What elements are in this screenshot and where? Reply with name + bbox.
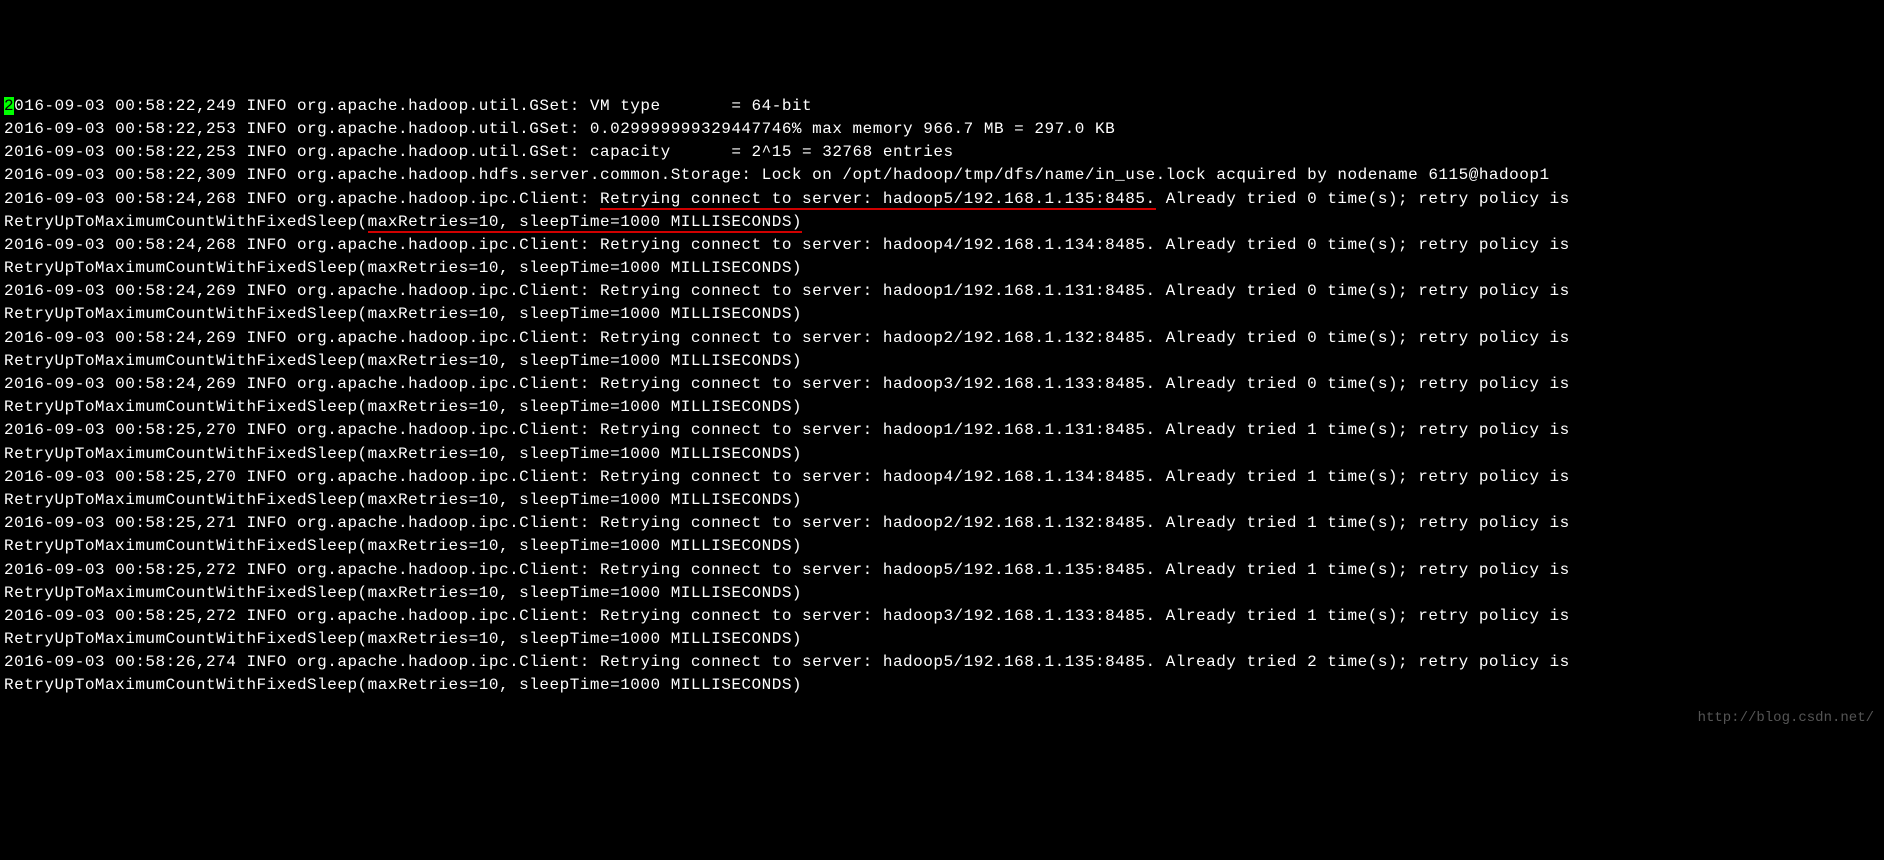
watermark-text: http://blog.csdn.net/ — [1698, 708, 1874, 728]
log-line: 2016-09-03 00:58:24,268 INFO org.apache.… — [4, 236, 1580, 277]
log-line: 2016-09-03 00:58:24,269 INFO org.apache.… — [4, 329, 1580, 370]
highlight-underline: Retrying connect to server: hadoop5/192.… — [600, 190, 1156, 210]
log-line: 2016-09-03 00:58:22,309 INFO org.apache.… — [4, 166, 1550, 184]
log-line: 2016-09-03 00:58:24,269 INFO org.apache.… — [4, 282, 1580, 323]
log-line: 2016-09-03 00:58:24,269 INFO org.apache.… — [4, 375, 1580, 416]
log-line: 2016-09-03 00:58:25,272 INFO org.apache.… — [4, 607, 1580, 648]
terminal-cursor: 2 — [4, 97, 14, 115]
log-line: 2016-09-03 00:58:24,268 INFO org.apache.… — [4, 190, 1580, 233]
log-line: 2016-09-03 00:58:25,270 INFO org.apache.… — [4, 421, 1580, 462]
log-line: 2016-09-03 00:58:22,253 INFO org.apache.… — [4, 143, 954, 161]
log-line: 2016-09-03 00:58:25,272 INFO org.apache.… — [4, 561, 1580, 602]
log-line: 2016-09-03 00:58:25,271 INFO org.apache.… — [4, 514, 1580, 555]
log-line: 2016-09-03 00:58:22,253 INFO org.apache.… — [4, 120, 1115, 138]
log-line: 016-09-03 00:58:22,249 INFO org.apache.h… — [14, 97, 812, 115]
highlight-underline: maxRetries=10, sleepTime=1000 MILLISECON… — [368, 213, 802, 233]
log-line: 2016-09-03 00:58:26,274 INFO org.apache.… — [4, 653, 1580, 694]
terminal-output[interactable]: 2016-09-03 00:58:22,249 INFO org.apache.… — [4, 95, 1880, 698]
log-line: 2016-09-03 00:58:25,270 INFO org.apache.… — [4, 468, 1580, 509]
